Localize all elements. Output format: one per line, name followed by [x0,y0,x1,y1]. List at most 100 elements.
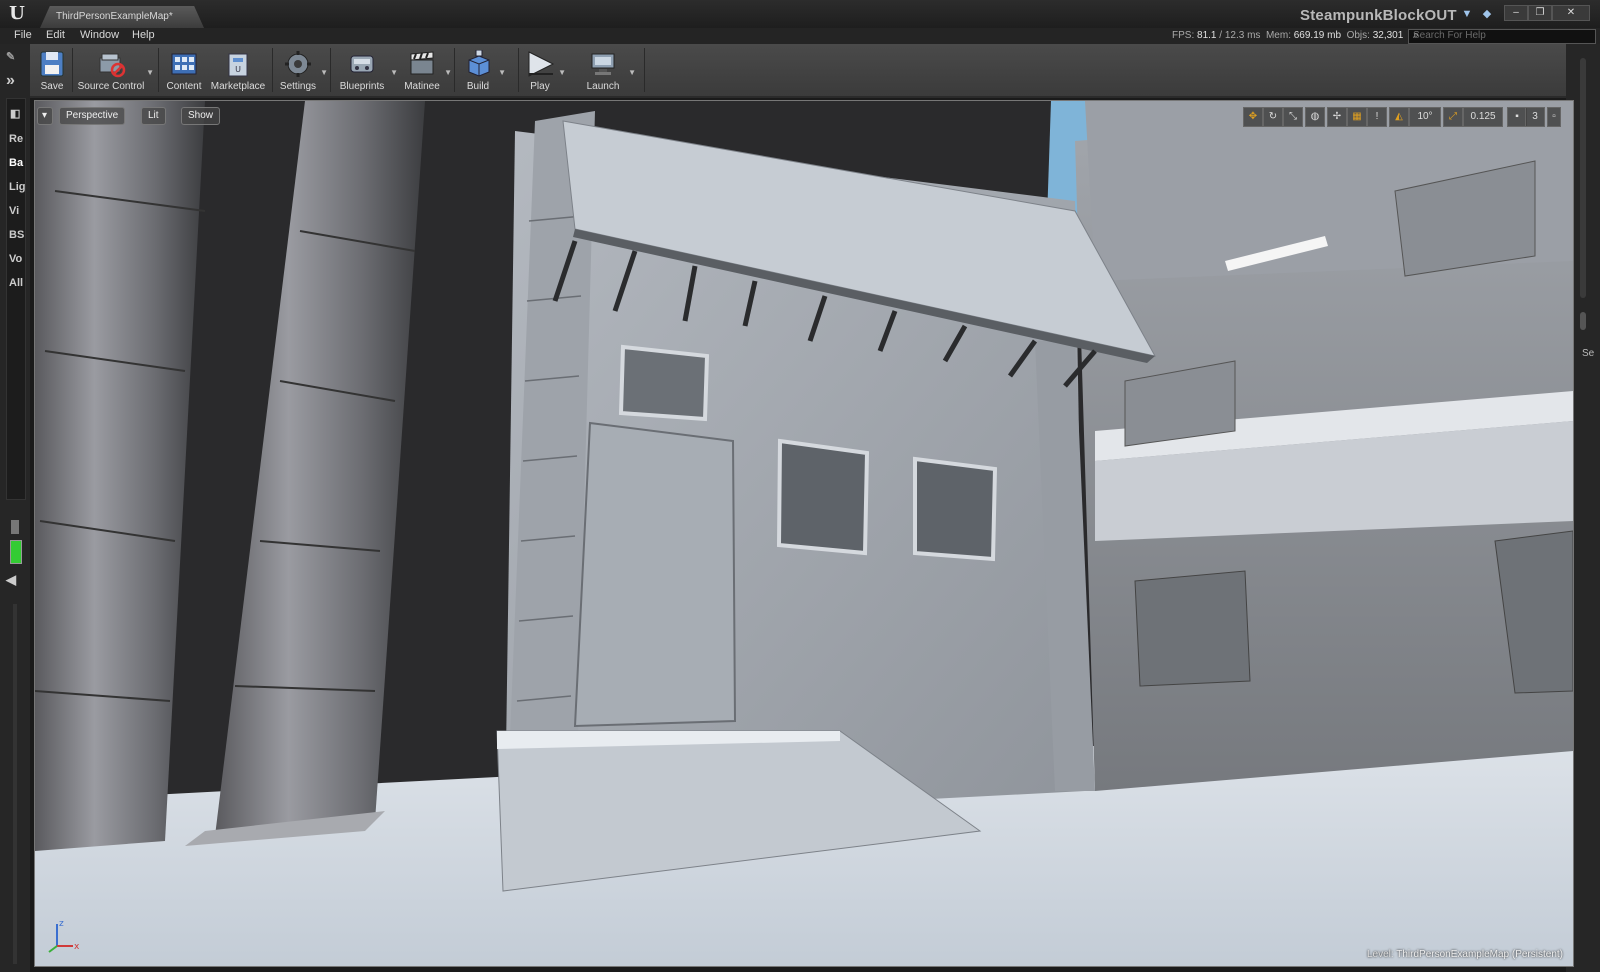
tab-bsp[interactable]: BS [9,229,27,241]
svg-text:U: U [235,65,241,74]
scale-icon[interactable]: ⤡ [1283,107,1303,127]
scroll-handle[interactable] [11,520,19,534]
tab-lights[interactable]: Lig [9,181,27,193]
rotate-icon[interactable]: ↻ [1263,107,1283,127]
world-local-icon[interactable]: ◍ [1305,107,1325,127]
content-icon [171,53,197,75]
maximize-viewport-icon[interactable]: ▫ [1547,107,1561,127]
blueprints-dropdown-icon[interactable]: ▼ [390,68,398,77]
launch-icon [591,53,615,75]
lit-button[interactable]: Lit [141,107,166,125]
grid-size-icon[interactable]: ! [1367,107,1387,127]
save-icon [40,51,64,77]
build-dropdown-icon[interactable]: ▼ [498,68,506,77]
menu-file[interactable]: File [14,29,32,41]
blueprints-button[interactable]: Blueprints ▼ [334,46,398,94]
settings-dropdown-icon[interactable]: ▼ [320,68,328,77]
save-button[interactable]: Save [34,46,70,94]
search-icon: ⌕ [1413,29,1420,41]
settings-icon [285,51,311,77]
scale-snap-value[interactable]: 0.125 [1463,107,1503,127]
place-mode-icon[interactable]: ◧ [10,107,28,120]
viewport-transform-tools: ✥ ↻ ⤡ ◍ ✢ ▦ ! ◭ 10° ⤢ 0.125 ▪ 3 ▫ [1243,107,1563,127]
unreal-logo-icon[interactable]: U [6,4,28,24]
toolbar-separator [330,48,331,92]
content-button[interactable]: Content [162,46,206,94]
tab-volumes[interactable]: Vo [9,253,27,265]
menu-bar: File Edit Window Help FPS: 81.1 / 12.3 m… [0,28,1600,44]
house-window-small [618,344,710,422]
left-panel-strip: ✎ » ◧ Re Ba Lig Vi BS Vo All ◀ [0,44,30,972]
blueprints-icon [350,55,374,73]
right-window [1134,570,1251,687]
launch-button[interactable]: Launch ▼ [578,46,636,94]
house-window [776,438,870,556]
show-button[interactable]: Show [181,107,221,125]
tab-search[interactable]: Se [1582,348,1594,359]
back-arrow-icon[interactable]: ◀ [6,572,24,588]
menu-help[interactable]: Help [132,29,155,41]
matinee-dropdown-icon[interactable]: ▼ [444,68,452,77]
tab-recent[interactable]: Re [9,133,27,145]
level-indicator: Level: ThirdPersonExampleMap (Persistent… [1367,949,1563,960]
surface-snap-icon[interactable]: ✢ [1327,107,1347,127]
matinee-button[interactable]: Matinee ▼ [400,46,452,94]
play-button[interactable]: Play ▼ [522,46,566,94]
svg-text:z: z [59,919,64,929]
learn-icon[interactable]: ◆ [1480,8,1494,20]
level-name: ThirdPersonExampleMap (Persistent) [1396,949,1563,960]
house-window [913,456,998,562]
scene-render [35,101,1573,966]
tab-visual[interactable]: Vi [9,205,27,217]
menu-edit[interactable]: Edit [46,29,65,41]
axis-gizmo-icon: z x [48,919,80,953]
house-door [573,421,737,728]
close-button[interactable]: ✕ [1552,5,1590,21]
toolbar-separator [454,48,455,92]
lit-label: Lit [148,110,159,121]
fps-value: 81.1 [1197,30,1217,41]
title-bar: U ThirdPersonExampleMap* SteampunkBlockO… [0,0,1600,28]
expand-icon[interactable]: » [6,72,24,90]
build-button[interactable]: Build ▼ [458,46,506,94]
rotation-snap-icon[interactable]: ◭ [1389,107,1409,127]
camera-speed-value[interactable]: 3 [1525,107,1545,127]
matinee-icon [410,51,434,75]
outliner-scrollbar[interactable] [1580,58,1586,298]
perspective-button[interactable]: Perspective [59,107,126,125]
scale-snap-icon[interactable]: ⤢ [1443,107,1463,127]
perspective-label: Perspective [66,110,119,121]
pencil-icon[interactable]: ✎ [6,50,24,63]
rotation-snap-value[interactable]: 10° [1409,107,1441,127]
grid-snap-icon[interactable]: ▦ [1347,107,1367,127]
details-scroll-handle[interactable] [1580,312,1586,330]
vertical-scrollbar[interactable] [13,604,17,964]
help-search-input[interactable]: Search For Help ⌕ [1408,29,1596,44]
toolbar-separator [518,48,519,92]
tab-basic[interactable]: Ba [9,157,27,169]
source-control-dropdown-icon[interactable]: ▼ [146,68,154,77]
camera-speed-icon[interactable]: ▪ [1507,107,1527,127]
toolbar-separator [272,48,273,92]
play-dropdown-icon[interactable]: ▼ [558,68,566,77]
svg-text:x: x [74,942,80,952]
translate-icon[interactable]: ✥ [1243,107,1263,127]
source-control-button[interactable]: Source Control ▼ [76,46,154,94]
build-icon [468,50,490,77]
level-viewport[interactable]: ▾ Perspective Lit Show ✥ ↻ ⤡ ◍ ✢ ▦ ! ◭ 1… [34,100,1574,967]
level-label: Level: [1366,949,1394,960]
viewport-options-button[interactable]: ▾ [37,107,53,125]
map-tab[interactable]: ThirdPersonExampleMap* [40,6,204,28]
minimize-button[interactable]: – [1504,5,1528,21]
settings-button[interactable]: Settings ▼ [276,46,328,94]
play-icon [528,51,555,77]
marketplace-button[interactable]: U Marketplace [208,46,268,94]
feedback-icon[interactable]: ▼ [1460,8,1474,20]
source-control-icon [99,53,126,78]
menu-window[interactable]: Window [80,29,119,41]
launch-dropdown-icon[interactable]: ▼ [628,68,636,77]
show-label: Show [188,110,214,121]
toolbar-separator [72,48,73,92]
maximize-button[interactable]: ❐ [1528,5,1552,21]
tab-all[interactable]: All [9,277,27,289]
